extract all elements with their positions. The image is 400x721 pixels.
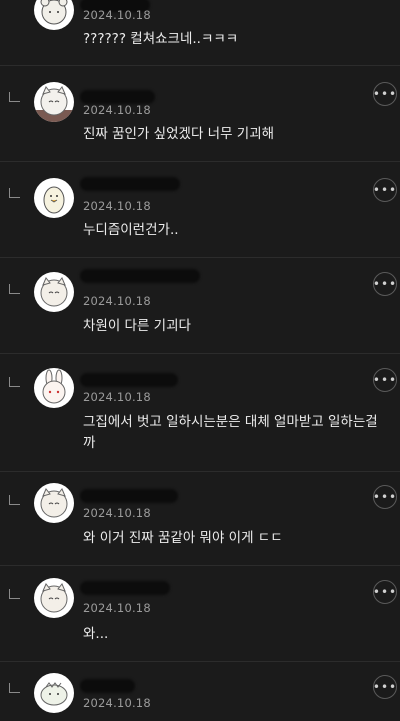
author-name-redacted	[80, 90, 155, 104]
bear-avatar[interactable]	[34, 0, 74, 30]
comment-text: 누디즘이런건가..	[83, 222, 179, 238]
dino-avatar[interactable]	[34, 673, 74, 713]
comment-item: 2024.10.18 누디즘이런건가.. •••	[0, 161, 400, 258]
reply-indicator-icon	[9, 92, 20, 102]
comment-item: 2024.10.18 ?????? 컬쳐쇼크네..ㅋㅋㅋ	[0, 0, 400, 66]
author-name-redacted	[80, 177, 180, 191]
cat-avatar[interactable]	[34, 272, 74, 312]
author-name-redacted	[80, 269, 200, 283]
more-options-button[interactable]: •••	[373, 675, 397, 699]
cat-avatar[interactable]	[34, 483, 74, 523]
reply-indicator-icon	[9, 377, 20, 387]
author-name-redacted	[80, 679, 135, 693]
reply-indicator-icon	[9, 188, 20, 198]
reply-indicator-icon	[9, 284, 20, 294]
chick-avatar[interactable]	[34, 178, 74, 218]
comment-text: 와 이거 진짜 꿈같아 뭐야 이게 ㄷㄷ	[83, 530, 283, 546]
comment-item: 2024.10.18 진짜 꿈인가 싶었겠다 너무 기괴해 •••	[0, 65, 400, 162]
more-options-button[interactable]: •••	[373, 485, 397, 509]
comment-item: 2024.10.18 차원이 다른 기괴다 •••	[0, 257, 400, 354]
comment-text: ?????? 컬쳐쇼크네..ㅋㅋㅋ	[83, 31, 239, 47]
cat-avatar[interactable]	[34, 578, 74, 618]
comment-text: 와...	[83, 626, 109, 642]
comment-item: 2024.10.18 •••	[0, 661, 400, 721]
comment-item: 2024.10.18 와... •••	[0, 565, 400, 662]
comment-date: 2024.10.18	[83, 103, 151, 117]
more-options-button[interactable]: •••	[373, 580, 397, 604]
more-options-button[interactable]: •••	[373, 272, 397, 296]
comment-date: 2024.10.18	[83, 506, 151, 520]
comment-date: 2024.10.18	[83, 390, 151, 404]
comment-date: 2024.10.18	[83, 601, 151, 615]
rabbit-avatar[interactable]	[34, 368, 74, 408]
more-options-button[interactable]: •••	[373, 82, 397, 106]
comment-date: 2024.10.18	[83, 199, 151, 213]
reply-indicator-icon	[9, 589, 20, 599]
author-name-redacted	[80, 581, 170, 595]
comment-text: 차원이 다른 기괴다	[83, 318, 191, 334]
comment-item: 2024.10.18 그집에서 벗고 일하시는분은 대체 얼마받고 일하는걸까 …	[0, 353, 400, 472]
comment-text: 진짜 꿈인가 싶었겠다 너무 기괴해	[83, 126, 275, 142]
comment-text: 그집에서 벗고 일하시는분은 대체 얼마받고 일하는걸까	[83, 414, 378, 451]
reply-indicator-icon	[9, 683, 20, 693]
comment-date: 2024.10.18	[83, 696, 151, 710]
reply-indicator-icon	[9, 495, 20, 505]
author-name-redacted	[80, 489, 178, 503]
author-name-redacted	[80, 373, 178, 387]
more-options-button[interactable]: •••	[373, 178, 397, 202]
more-options-button[interactable]: •••	[373, 368, 397, 392]
comment-date: 2024.10.18	[83, 8, 151, 22]
comment-date: 2024.10.18	[83, 294, 151, 308]
cat-avatar[interactable]	[34, 82, 74, 122]
comment-item: 2024.10.18 와 이거 진짜 꿈같아 뭐야 이게 ㄷㄷ •••	[0, 471, 400, 566]
